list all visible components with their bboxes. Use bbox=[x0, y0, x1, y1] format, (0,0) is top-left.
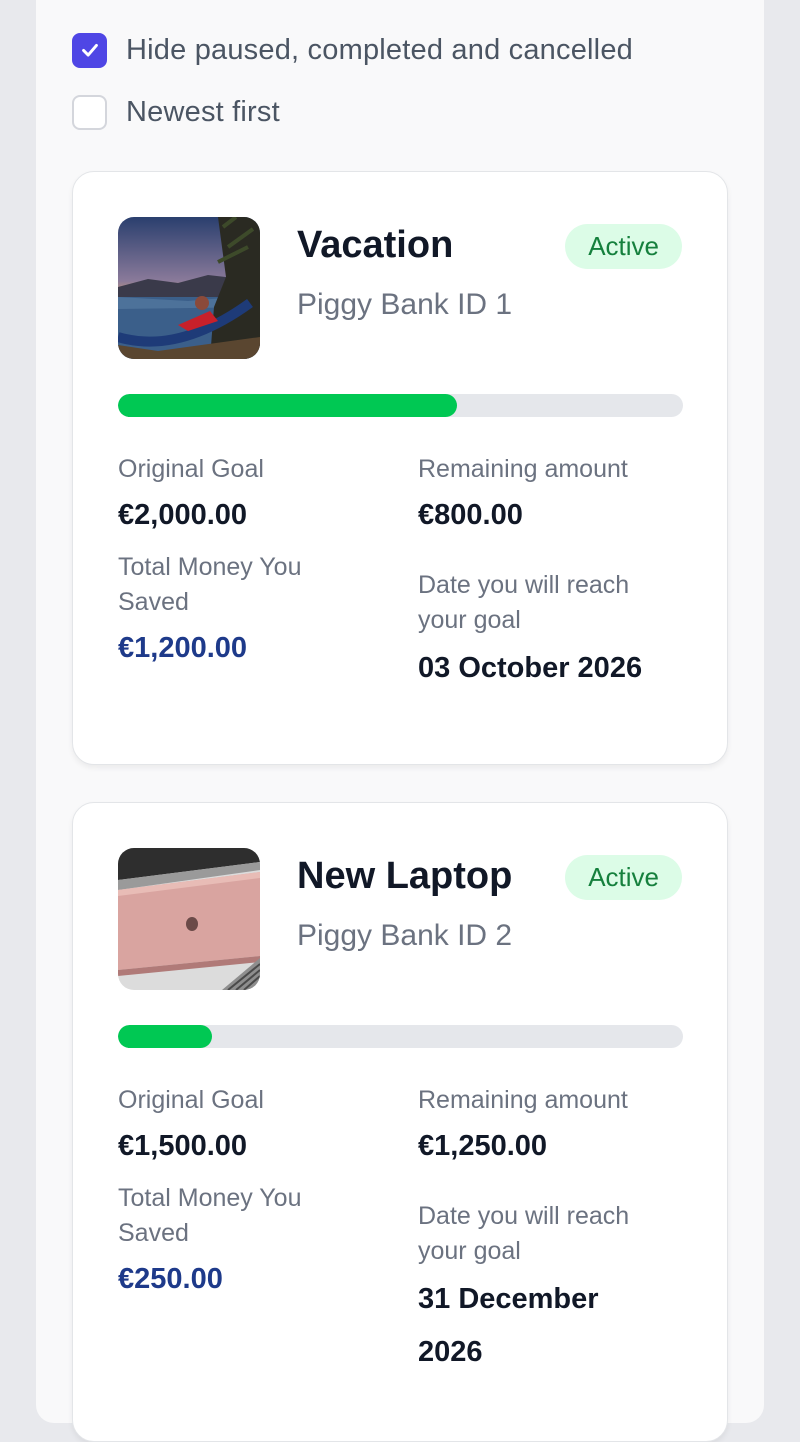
filter-hide-inactive[interactable]: Hide paused, completed and cancelled bbox=[72, 30, 633, 70]
filter-options: Hide paused, completed and cancelled New… bbox=[72, 30, 633, 154]
remaining-amount-value: €1,250.00 bbox=[418, 1130, 548, 1162]
content-panel: Hide paused, completed and cancelled New… bbox=[36, 0, 764, 1442]
original-goal-label: Original Goal bbox=[118, 1086, 264, 1114]
card-title: Vacation bbox=[297, 224, 454, 266]
original-goal-value: €1,500.00 bbox=[118, 1130, 248, 1162]
piggy-bank-card[interactable]: Vacation Piggy Bank ID 1 Active Original… bbox=[72, 171, 728, 765]
total-saved-label: Total Money You Saved bbox=[118, 553, 302, 616]
savings-progress-bar bbox=[118, 394, 683, 417]
card-title: New Laptop bbox=[297, 855, 513, 897]
piggy-bank-id: Piggy Bank ID 2 bbox=[297, 919, 513, 952]
total-saved-label: Total Money You Saved bbox=[118, 1184, 302, 1247]
goal-date-value: 31 December 2026 bbox=[418, 1283, 599, 1368]
hide-inactive-checkbox[interactable] bbox=[72, 32, 107, 68]
total-saved-value: €250.00 bbox=[118, 1263, 223, 1295]
hammock-lake-photo bbox=[118, 217, 260, 359]
status-badge: Active bbox=[565, 855, 682, 900]
remaining-amount-value: €800.00 bbox=[418, 499, 523, 531]
piggy-bank-id: Piggy Bank ID 1 bbox=[297, 288, 513, 321]
newest-first-label: Newest first bbox=[126, 95, 280, 128]
filter-newest-first[interactable]: Newest first bbox=[72, 92, 633, 132]
total-saved-value: €1,200.00 bbox=[118, 632, 248, 664]
savings-progress-bar bbox=[118, 1025, 683, 1048]
hide-inactive-label: Hide paused, completed and cancelled bbox=[126, 33, 633, 66]
goal-date-label: Date you will reach your goal bbox=[418, 1202, 630, 1265]
laptop-photo bbox=[118, 848, 260, 990]
checkmark-icon bbox=[81, 43, 98, 57]
remaining-amount-label: Remaining amount bbox=[418, 1086, 628, 1114]
remaining-amount-label: Remaining amount bbox=[418, 455, 628, 483]
original-goal-value: €2,000.00 bbox=[118, 499, 248, 531]
piggy-bank-card[interactable]: New Laptop Piggy Bank ID 2 Active Origin… bbox=[72, 802, 728, 1442]
goal-date-value: 03 October 2026 bbox=[418, 652, 643, 684]
progress-fill bbox=[118, 1025, 213, 1048]
original-goal-label: Original Goal bbox=[118, 455, 264, 483]
goal-date-label: Date you will reach your goal bbox=[418, 571, 630, 634]
newest-first-checkbox[interactable] bbox=[72, 94, 107, 130]
status-badge: Active bbox=[565, 224, 682, 269]
progress-fill bbox=[118, 394, 457, 417]
